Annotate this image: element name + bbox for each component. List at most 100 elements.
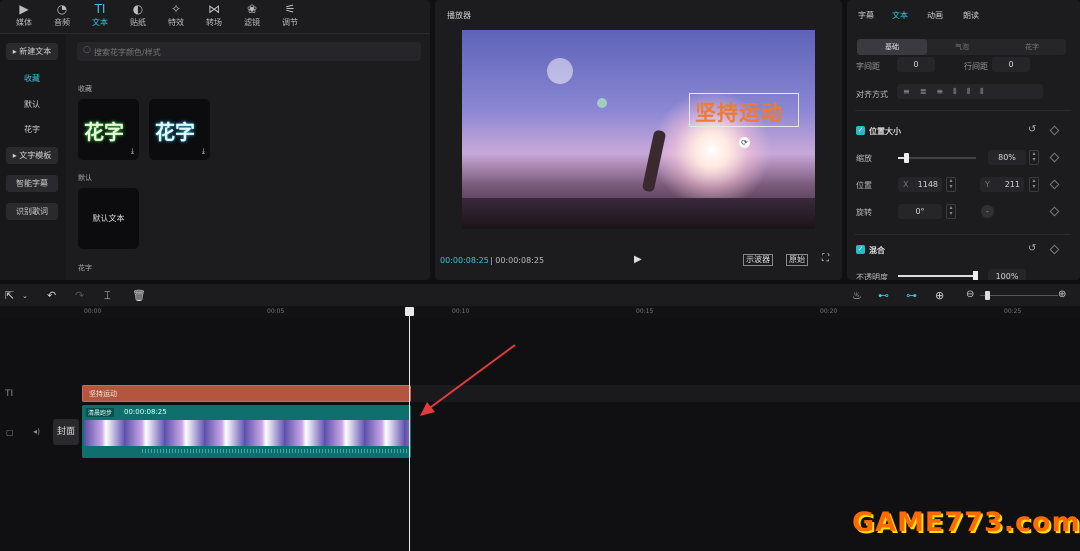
- subtab-2[interactable]: 花字: [997, 39, 1067, 55]
- new-text-label: 新建文本: [19, 47, 52, 56]
- linkage-icon[interactable]: ⊶: [906, 289, 917, 302]
- tab-effects[interactable]: ✧ 特效: [159, 2, 193, 28]
- nav-fancy[interactable]: 花字: [6, 121, 58, 138]
- select-tool-dropdown-icon[interactable]: ⌄: [22, 292, 28, 300]
- x-value: 1148: [917, 180, 938, 189]
- prop-tab-0[interactable]: 字幕: [858, 10, 874, 21]
- letter-spacing-label: 字间距: [856, 62, 880, 71]
- original-ratio-button[interactable]: 原始: [786, 254, 808, 266]
- nav-lyrics-label: 识别歌词: [16, 207, 48, 216]
- prop-tab-2[interactable]: 动画: [927, 10, 943, 21]
- timeline-toolbar: [0, 284, 1080, 306]
- delete-icon[interactable]: 🗑: [132, 289, 146, 302]
- y-value: 211: [1004, 180, 1020, 189]
- download-icon[interactable]: ⤓: [202, 147, 205, 156]
- y-spinner[interactable]: ▴ ▾: [1029, 177, 1039, 192]
- text-clip[interactable]: 坚持运动: [82, 385, 411, 402]
- rotate-handle-icon[interactable]: ⟳: [739, 137, 750, 148]
- video-preview[interactable]: 坚持运动 ⟳: [462, 30, 815, 229]
- subtab-1[interactable]: 气泡: [927, 39, 997, 55]
- search-box[interactable]: ○ 搜索花字颜色/样式: [77, 42, 421, 61]
- x-spinner[interactable]: ▴ ▾: [946, 177, 956, 192]
- playhead-handle[interactable]: [405, 307, 414, 316]
- nav-lyrics[interactable]: 识别歌词: [6, 203, 58, 220]
- video-track-icon: ▢: [6, 428, 14, 437]
- undo-icon[interactable]: ↶: [47, 289, 56, 302]
- nav-favorites[interactable]: 收藏: [6, 70, 58, 87]
- ruler-label: 00:15: [636, 308, 654, 315]
- split-icon[interactable]: ⌶: [104, 289, 111, 303]
- new-text-button[interactable]: ▸ 新建文本: [6, 43, 58, 60]
- scale-slider-knob[interactable]: [903, 153, 909, 163]
- opacity-slider-fill: [898, 275, 976, 277]
- opacity-slider[interactable]: [898, 271, 978, 280]
- tab-transition[interactable]: ⋈ 转场: [197, 2, 231, 28]
- play-icon[interactable]: ▶: [634, 254, 642, 265]
- align-buttons[interactable]: ≡≣≡⦀⦀⦀: [897, 84, 1043, 99]
- tab-label: 滤镜: [244, 18, 260, 27]
- subtab-bar: 基础 气泡 花字: [857, 39, 1066, 55]
- effects-icon: ✧: [170, 2, 182, 16]
- rotate-spinner[interactable]: ▴ ▾: [946, 204, 956, 219]
- main-track-magnet-icon[interactable]: ⊷: [878, 289, 889, 302]
- tab-sticker[interactable]: ◐ 贴纸: [121, 2, 155, 28]
- position-size-checkbox[interactable]: ✓: [856, 126, 865, 135]
- video-clip-duration: 00:00:08:25: [124, 408, 167, 416]
- scale-label: 缩放: [856, 154, 872, 163]
- preview-axis-icon[interactable]: ⊕: [935, 289, 944, 302]
- prop-tab-1[interactable]: 文本: [892, 10, 908, 21]
- text-selection-box[interactable]: 坚持运动: [689, 93, 799, 127]
- arrow-head: [420, 402, 435, 416]
- letter-spacing-input[interactable]: 0: [897, 57, 935, 72]
- opacity-slider-knob[interactable]: [973, 271, 978, 280]
- opacity-input[interactable]: 100%: [988, 269, 1026, 280]
- prop-tab-3[interactable]: 朗读: [963, 10, 979, 21]
- line-spacing-input[interactable]: 0: [992, 57, 1030, 72]
- tab-label: 文本: [92, 18, 108, 27]
- zoom-slider[interactable]: [980, 295, 1058, 296]
- cover-button[interactable]: 封面: [53, 419, 79, 445]
- scope-button[interactable]: 示波器: [743, 254, 773, 266]
- select-tool-icon[interactable]: ⇱: [5, 289, 14, 302]
- time-ruler[interactable]: [0, 306, 1080, 318]
- tab-text[interactable]: TI 文本: [83, 2, 117, 28]
- scale-input[interactable]: 80%: [988, 150, 1026, 165]
- fullscreen-icon[interactable]: ⛶: [822, 253, 829, 264]
- rotate-input[interactable]: 0°: [898, 204, 942, 219]
- tab-media[interactable]: ▶ 媒体: [7, 2, 41, 28]
- redo-icon[interactable]: ↷: [75, 289, 84, 302]
- position-x-input[interactable]: X 1148: [898, 177, 942, 192]
- reset-icon[interactable]: ↺: [1028, 124, 1036, 135]
- fancy-style-tile-2[interactable]: 花字 ⤓: [149, 99, 210, 160]
- blend-checkbox[interactable]: ✓: [856, 245, 865, 254]
- tab-audio[interactable]: ◔ 音频: [45, 2, 79, 28]
- tab-filter[interactable]: ❀ 滤镜: [235, 2, 269, 28]
- nav-smart-caption[interactable]: 智能字幕: [6, 175, 58, 192]
- scale-spinner[interactable]: ▴ ▾: [1029, 150, 1039, 165]
- subtab-0[interactable]: 基础: [857, 39, 927, 55]
- position-y-input[interactable]: Y 211: [980, 177, 1024, 192]
- nav-default[interactable]: 默认: [6, 96, 58, 113]
- playhead[interactable]: [409, 308, 410, 551]
- rotate-label: 旋转: [856, 208, 872, 217]
- nav-text-template[interactable]: ▸ 文字模板: [6, 147, 58, 164]
- rotate-dial-icon[interactable]: -: [981, 205, 994, 218]
- tab-adjust[interactable]: ⚟ 调节: [273, 2, 307, 28]
- default-text-tile[interactable]: 默认文本: [78, 188, 139, 249]
- mute-icon[interactable]: ◂): [33, 427, 40, 436]
- scale-slider[interactable]: [898, 153, 976, 163]
- tab-label: 媒体: [16, 18, 32, 27]
- fancy-style-tile-1[interactable]: 花字 ⤓: [78, 99, 139, 160]
- library-panel: ▶ 媒体 ◔ 音频 TI 文本 ◐ 贴纸 ✧ 特效 ⋈ 转场 ❀ 滤镜 ⚟ 调节 ▸ 新建文本 收藏 默认 花…: [0, 0, 430, 280]
- player-title: 播放器: [447, 11, 471, 20]
- zoom-out-icon[interactable]: ⊖: [966, 289, 974, 300]
- search-icon: ○: [83, 45, 91, 55]
- download-icon[interactable]: ⤓: [131, 147, 134, 156]
- text-clip-label: 坚持运动: [89, 390, 117, 398]
- video-clip[interactable]: 清晨跑步 00:00:08:25: [82, 405, 411, 458]
- zoom-in-icon[interactable]: ⊕: [1058, 289, 1066, 300]
- microphone-icon[interactable]: ♨: [852, 289, 862, 302]
- zoom-slider-knob[interactable]: [985, 291, 990, 300]
- tab-label: 音频: [54, 18, 70, 27]
- reset-icon[interactable]: ↺: [1028, 243, 1036, 254]
